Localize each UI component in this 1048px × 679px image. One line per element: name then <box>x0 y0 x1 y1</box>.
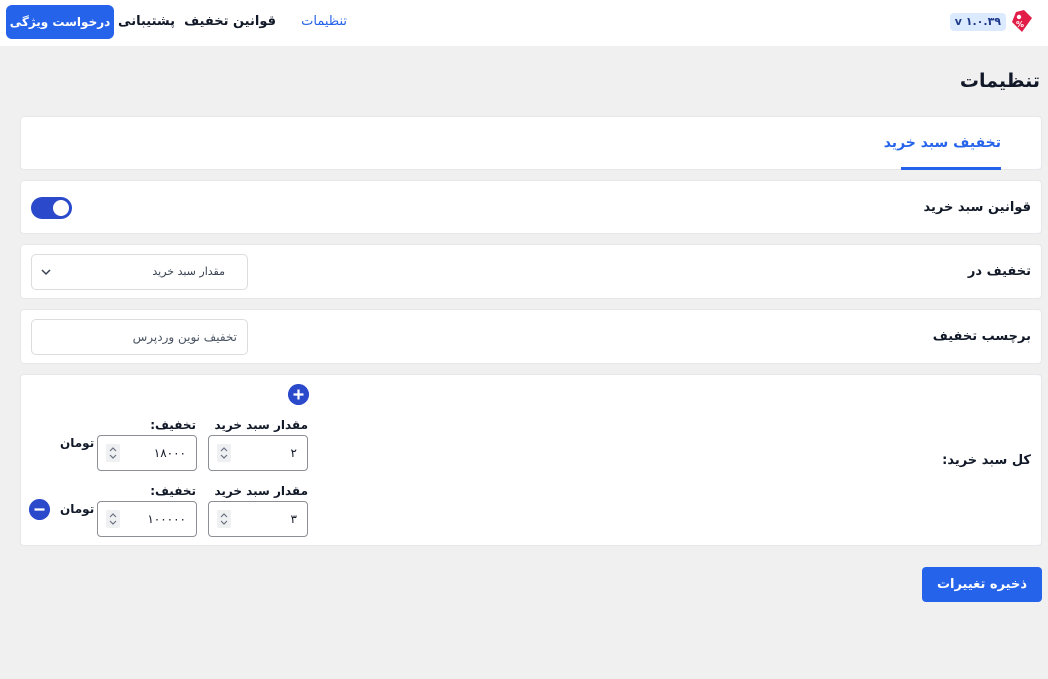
discount-label-input[interactable] <box>31 319 248 355</box>
nav-discount-rules[interactable]: قوانین تخفیف <box>184 14 276 29</box>
chevron-down-icon <box>41 269 51 276</box>
nav-settings[interactable]: تنظیمات <box>301 14 347 29</box>
save-changes-button[interactable]: ذخیره تغییرات <box>922 567 1042 602</box>
row2-qty-label: مقدار سبد خرید <box>214 484 308 498</box>
row2-discount-label: تخفیف: <box>150 484 196 498</box>
cart-rules-row: قوانین سبد خرید <box>20 180 1042 234</box>
cart-total-card: کل سبد خرید: مقدار سبد خرید ۲ تخفیف: ۱۸۰… <box>20 374 1042 546</box>
row1-discount-value: ۱۸۰۰۰ <box>153 446 186 460</box>
row2-discount-input[interactable]: ۱۰۰۰۰۰ <box>97 501 197 537</box>
tabs-card: تخفیف سبد خرید <box>20 116 1042 170</box>
row1-discount-label: تخفیف: <box>150 418 196 432</box>
discount-in-label: تخفیف در <box>967 264 1031 279</box>
spinner-arrows-icon[interactable] <box>217 444 231 462</box>
cart-total-label: کل سبد خرید: <box>942 453 1031 468</box>
row1-unit: تومان <box>60 436 95 450</box>
tab-cart-discount[interactable]: تخفیف سبد خرید <box>884 135 1001 151</box>
version-badge: v ۱.۰.۳۹ <box>949 13 1006 31</box>
spinner-arrows-icon[interactable] <box>217 510 231 528</box>
nav-support[interactable]: پشتیبانی <box>118 14 175 29</box>
plus-circle-icon[interactable] <box>288 384 309 405</box>
discount-label-label: برچسب تخفیف <box>932 329 1031 344</box>
row1-qty-input[interactable]: ۲ <box>208 435 308 471</box>
discount-label-row: برچسب تخفیف <box>20 309 1042 364</box>
discount-in-select[interactable]: مقدار سبد خرید <box>31 254 248 290</box>
discount-in-selected: مقدار سبد خرید <box>152 265 225 278</box>
discount-logo-icon[interactable]: % <box>1010 8 1036 36</box>
discount-in-row: تخفیف در مقدار سبد خرید <box>20 244 1042 299</box>
row2-unit: تومان <box>60 502 95 516</box>
page-title: تنظیمات <box>959 70 1040 92</box>
svg-text:%: % <box>1016 20 1024 29</box>
row1-qty-value: ۲ <box>290 446 297 460</box>
minus-circle-icon[interactable] <box>29 499 50 520</box>
cart-rules-toggle[interactable] <box>31 197 72 219</box>
spinner-arrows-icon[interactable] <box>106 444 120 462</box>
row2-discount-value: ۱۰۰۰۰۰ <box>147 512 186 526</box>
cart-rules-label: قوانین سبد خرید <box>923 200 1031 215</box>
top-bar: % v ۱.۰.۳۹ تنظیمات قوانین تخفیف پشتیبانی… <box>0 0 1048 46</box>
tab-underline <box>901 167 1001 170</box>
spinner-arrows-icon[interactable] <box>106 510 120 528</box>
row2-qty-input[interactable]: ۳ <box>208 501 308 537</box>
toggle-knob <box>53 200 69 216</box>
row1-qty-label: مقدار سبد خرید <box>214 418 308 432</box>
row2-qty-value: ۳ <box>290 512 297 526</box>
row1-discount-input[interactable]: ۱۸۰۰۰ <box>97 435 197 471</box>
feature-request-button[interactable]: درخواست ویژگی <box>6 5 114 39</box>
